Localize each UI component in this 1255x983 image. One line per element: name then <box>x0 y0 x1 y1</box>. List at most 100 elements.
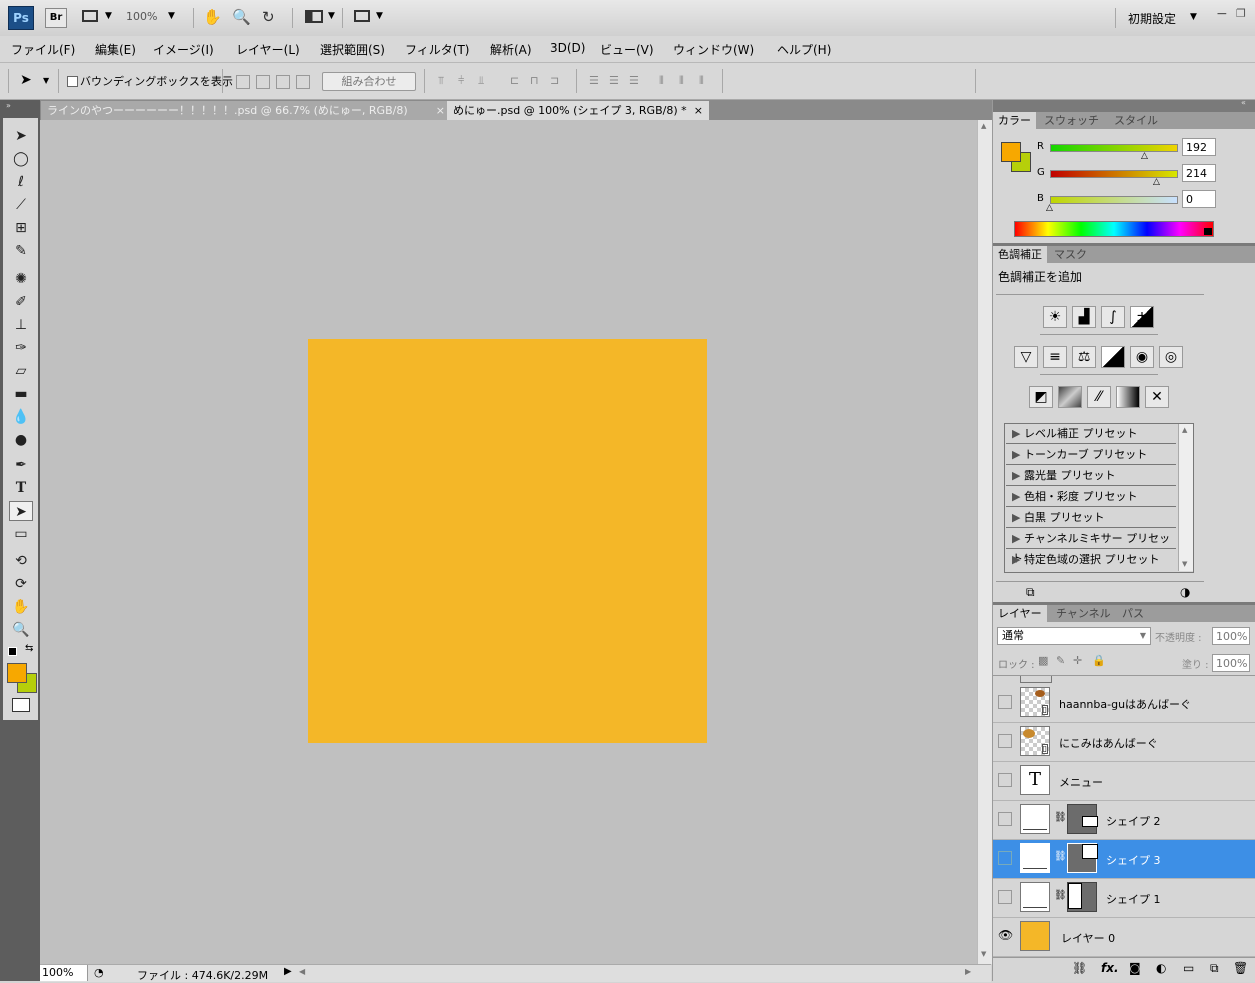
align-right-icon[interactable]: ⊐ <box>550 74 559 87</box>
menu-layer[interactable]: レイヤー(L) <box>236 41 300 58</box>
visibility-checkbox[interactable] <box>998 734 1012 748</box>
mask-icon[interactable]: ◙ <box>1129 961 1141 975</box>
visibility-checkbox[interactable] <box>998 851 1012 865</box>
link-icon[interactable]: ⛓ <box>1054 812 1067 823</box>
combine-button[interactable]: 組み合わせ <box>322 72 416 91</box>
menu-select[interactable]: 選択範囲(S) <box>320 41 385 58</box>
preset-levels[interactable]: ▶ レベル補正 プリセット <box>1006 424 1176 444</box>
lock-position-icon[interactable]: ✛ <box>1073 654 1082 667</box>
distribute-bottom-icon[interactable]: ☰ <box>629 74 639 87</box>
menu-window[interactable]: ウィンドウ(W) <box>673 41 754 58</box>
collapse-icon[interactable]: » <box>6 101 11 110</box>
lock-all-icon[interactable]: 🔒 <box>1092 654 1106 667</box>
align-left-icon[interactable]: ⊏ <box>510 74 519 87</box>
spot-healing-icon[interactable]: ✺ <box>9 269 33 289</box>
canvas-document[interactable] <box>308 339 707 743</box>
align-top-icon[interactable]: ⫪ <box>438 74 444 88</box>
align-bottom-icon[interactable]: ⫫ <box>478 74 484 88</box>
preset-curves[interactable]: ▶ トーンカーブ プリセット <box>1006 445 1176 465</box>
link-icon[interactable]: ⛓ <box>1072 961 1087 975</box>
blur-icon[interactable]: 💧 <box>9 407 33 427</box>
hand-icon[interactable]: ✋ <box>9 597 33 617</box>
layer-name[interactable]: シェイプ 2 <box>1106 813 1161 829</box>
fill-value[interactable]: 100% <box>1212 654 1250 672</box>
layer-name[interactable]: シェイプ 1 <box>1106 891 1161 907</box>
move-icon[interactable]: ➤ <box>9 126 33 146</box>
distribute-hcenter-icon[interactable]: ⦀ <box>679 74 684 88</box>
status-menu-icon[interactable]: ▶ <box>284 966 292 977</box>
eraser-icon[interactable]: ▱ <box>9 361 33 381</box>
marquee-icon[interactable]: ◯ <box>9 149 33 169</box>
link-icon[interactable]: ⛓ <box>1054 851 1067 862</box>
lock-pixels-icon[interactable]: ✎ <box>1056 654 1065 667</box>
menu-edit[interactable]: 編集(E) <box>95 41 136 58</box>
preset-channel-mixer[interactable]: ▶ チャンネルミキサー プリセット <box>1006 529 1176 565</box>
scroll-down-icon[interactable]: ▼ <box>981 950 986 958</box>
color-foreground-swatch[interactable] <box>1001 142 1021 162</box>
distribute-vcenter-icon[interactable]: ☰ <box>609 74 619 87</box>
bbox-checkbox[interactable] <box>67 76 78 87</box>
status-icon[interactable]: ◔ <box>94 966 104 979</box>
menu-view[interactable]: ビュー(V) <box>600 41 654 58</box>
lasso-icon[interactable]: ℓ <box>9 172 33 192</box>
clip-to-layer-icon[interactable]: ⧉ <box>1026 585 1035 600</box>
layer-name[interactable]: にこみはあんばーぐ <box>1059 735 1158 751</box>
visibility-toggle-icon[interactable]: ◑ <box>1180 585 1190 599</box>
lock-transparency-icon[interactable]: ▩ <box>1038 654 1048 667</box>
3d-rotate-icon[interactable]: ⟲ <box>9 551 33 571</box>
dodge-icon[interactable]: ● <box>9 430 33 450</box>
black-white-icon[interactable] <box>1101 346 1125 368</box>
tab-styles[interactable]: スタイル <box>1109 112 1163 129</box>
preset-hue-saturation[interactable]: ▶ 色相・彩度 プリセット <box>1006 487 1176 507</box>
slider-handle-icon[interactable]: △ <box>1153 177 1160 187</box>
foreground-color-swatch[interactable] <box>7 663 27 683</box>
canvas-area[interactable] <box>40 120 977 964</box>
preset-black-white[interactable]: ▶ 白黒 プリセット <box>1006 508 1176 528</box>
shape-icon[interactable]: ▭ <box>9 524 33 544</box>
preset-exposure[interactable]: ▶ 露光量 プリセット <box>1006 466 1176 486</box>
layer-row-layer-0[interactable]: 👁 レイヤー 0 <box>993 918 1255 957</box>
opacity-value[interactable]: 100% <box>1212 627 1250 645</box>
distribute-left-icon[interactable]: ⦀ <box>659 74 664 88</box>
scroll-up-icon[interactable]: ▲ <box>1182 426 1187 434</box>
crop-icon[interactable]: ⊞ <box>9 218 33 238</box>
brush-icon[interactable]: ✐ <box>9 292 33 312</box>
visibility-checkbox[interactable] <box>998 695 1012 709</box>
stamp-icon[interactable]: ⊥ <box>9 315 33 335</box>
visibility-checkbox[interactable] <box>998 773 1012 787</box>
vibrance-icon[interactable]: ▽ <box>1014 346 1038 368</box>
selective-color-icon[interactable]: ✕ <box>1145 386 1169 408</box>
scroll-right-icon[interactable]: ▶ <box>965 967 971 976</box>
menu-analysis[interactable]: 解析(A) <box>490 41 532 58</box>
eye-icon[interactable]: 👁 <box>998 929 1013 941</box>
layout-icon[interactable] <box>82 10 98 22</box>
hand-icon[interactable]: ✋ <box>203 8 222 26</box>
channel-b-value[interactable]: 0 <box>1182 190 1216 208</box>
swap-colors-icon[interactable]: ⇆ <box>25 643 33 654</box>
layer-row-haannba[interactable]: ▯ haannba-guはあんばーぐ <box>993 684 1255 723</box>
bridge-button[interactable]: Br <box>45 8 67 28</box>
layer-row-shape-3[interactable]: ⛓ シェイプ 3 <box>993 840 1255 879</box>
align-hcenter-icon[interactable]: ⊓ <box>530 74 539 87</box>
distribute-top-icon[interactable]: ☰ <box>589 74 599 87</box>
history-brush-icon[interactable]: ✑ <box>9 338 33 358</box>
black-swatch[interactable] <box>1204 228 1212 235</box>
layer-row-shape-1[interactable]: ⛓ シェイプ 1 <box>993 879 1255 918</box>
scroll-left-icon[interactable]: ◀ <box>299 967 305 976</box>
posterize-icon[interactable] <box>1058 386 1082 408</box>
menu-3d[interactable]: 3D(D) <box>550 41 585 55</box>
fx-icon[interactable]: fx. <box>1101 961 1119 975</box>
scroll-down-icon[interactable]: ▼ <box>1182 560 1187 568</box>
type-icon[interactable]: T <box>9 478 33 498</box>
levels-icon[interactable]: ▟ <box>1072 306 1096 328</box>
pen-icon[interactable]: ✒ <box>9 455 33 475</box>
channel-mixer-icon[interactable]: ◎ <box>1159 346 1183 368</box>
tab-ライン[interactable]: ラインのやつーーーーーー！！！！！.psd @ 66.7% (めにゅー, RGB… <box>41 101 451 120</box>
color-spectrum-bar[interactable] <box>1014 221 1214 237</box>
layer-row-menu-text[interactable]: T メニュー <box>993 762 1255 801</box>
magic-wand-icon[interactable]: ⟋ <box>9 195 33 215</box>
path-exclude-icon[interactable] <box>296 75 310 89</box>
brightness-icon[interactable]: ☀ <box>1043 306 1067 328</box>
path-select-icon[interactable]: ➤ <box>9 501 33 521</box>
photo-filter-icon[interactable]: ◉ <box>1130 346 1154 368</box>
